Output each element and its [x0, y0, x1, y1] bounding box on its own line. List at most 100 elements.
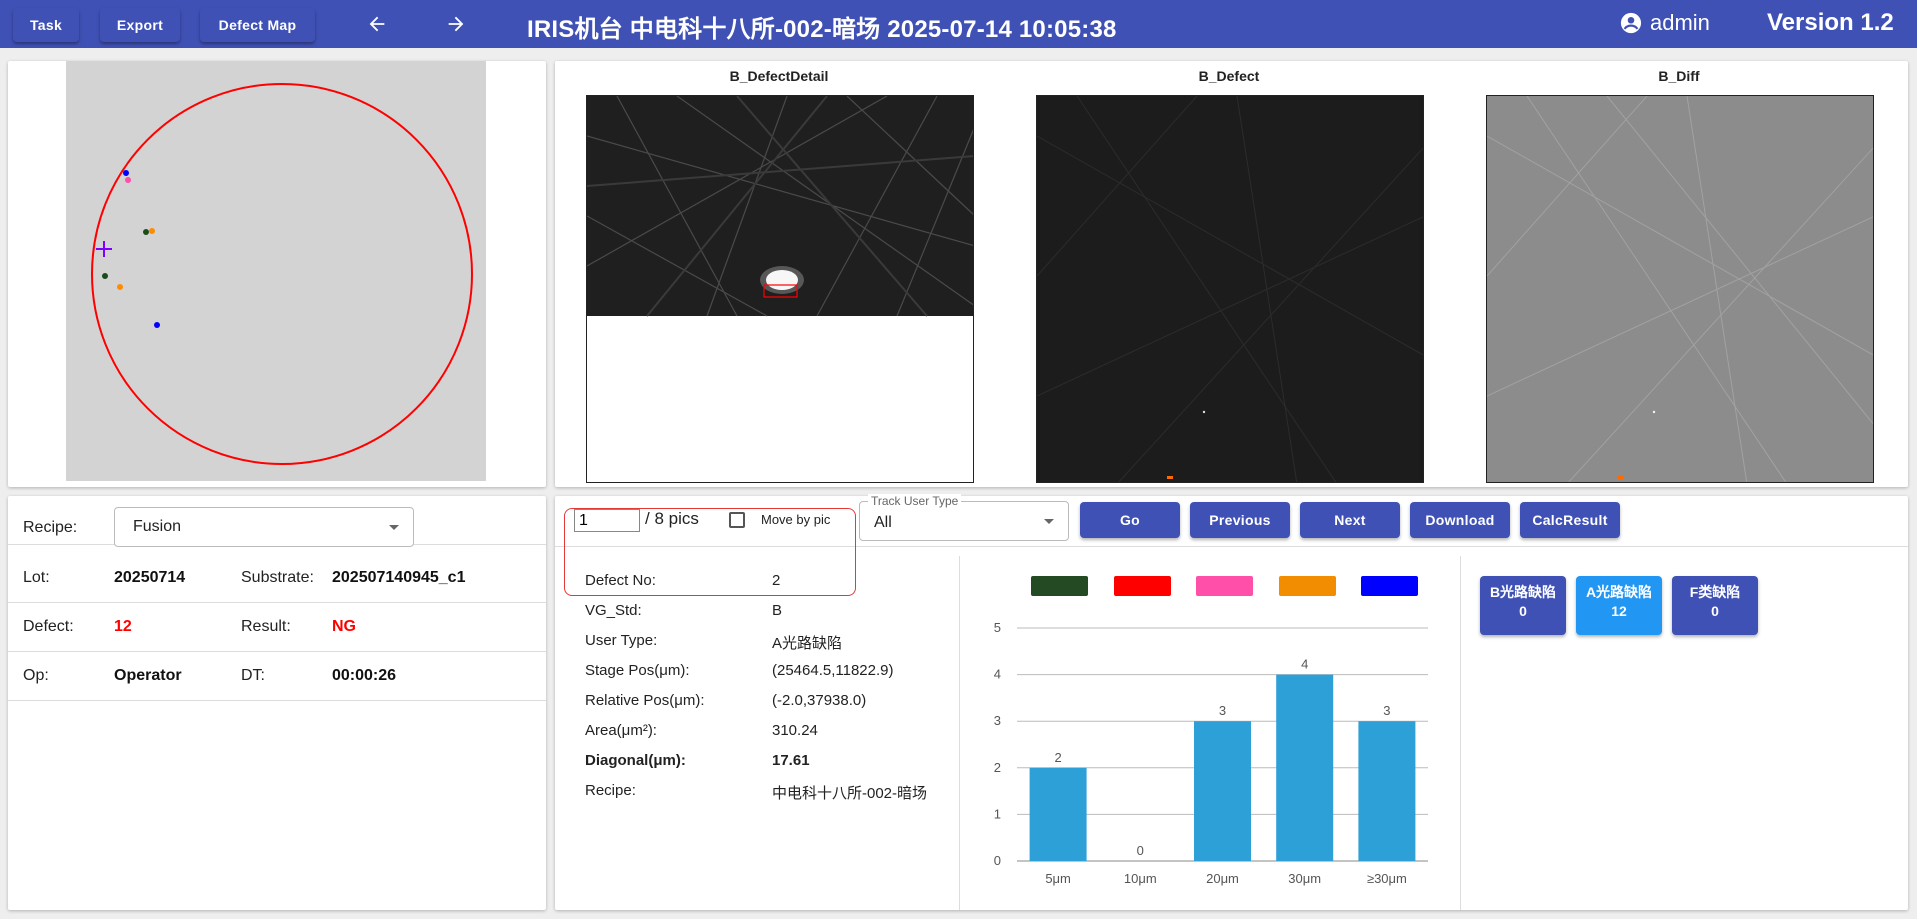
version-label: Version 1.2: [1767, 9, 1894, 36]
result-label: Result:: [241, 618, 291, 635]
defect-no-label: Defect No:: [585, 572, 656, 589]
diagonal-label: Diagonal(μm):: [585, 752, 686, 769]
previous-button[interactable]: Previous: [1190, 502, 1290, 538]
defect-image[interactable]: [1036, 95, 1424, 483]
diagonal-value: 17.61: [772, 752, 810, 769]
vg-std-value: B: [772, 602, 783, 619]
legend-swatch: [1031, 576, 1088, 596]
defect-point[interactable]: [102, 273, 108, 279]
forward-arrow-icon[interactable]: [439, 8, 473, 40]
data-label: 2: [1054, 750, 1061, 765]
user-type-value: A光路缺陷: [772, 635, 843, 652]
category-name: A光路缺陷: [1585, 584, 1653, 600]
result-value: NG: [332, 618, 356, 635]
divider: [959, 556, 960, 910]
defect-no-value: 2: [772, 572, 781, 589]
defect-picture: [1037, 96, 1423, 482]
chevron-down-icon: [1044, 519, 1054, 524]
next-button[interactable]: Next: [1300, 502, 1400, 538]
defect-point[interactable]: [125, 177, 131, 183]
diff-picture: [1487, 96, 1873, 482]
category-button[interactable]: A光路缺陷 12: [1576, 576, 1662, 635]
wafer-outline: [91, 83, 473, 465]
dt-value: 00:00:26: [332, 667, 397, 684]
export-button[interactable]: Export: [100, 8, 180, 42]
go-button[interactable]: Go: [1080, 502, 1180, 538]
x-tick-label: 10μm: [1124, 871, 1157, 886]
y-tick-label: 3: [994, 713, 1001, 728]
defect-detail-image[interactable]: [586, 95, 974, 483]
wafer-map[interactable]: [66, 61, 486, 481]
data-label: 4: [1301, 657, 1308, 672]
info-row-op: [8, 652, 546, 701]
position-marker-icon: [96, 241, 112, 257]
defect-point[interactable]: [149, 228, 155, 234]
user-type-label: User Type:: [585, 632, 658, 649]
lot-label: Lot:: [23, 569, 50, 586]
detail-recipe-label: Recipe:: [585, 782, 636, 799]
task-button[interactable]: Task: [13, 8, 79, 42]
dt-label: DT:: [241, 667, 265, 684]
chevron-down-icon: [389, 525, 399, 530]
defect-map-button[interactable]: Defect Map: [200, 8, 315, 42]
legend-swatch: [1361, 576, 1418, 596]
diff-image[interactable]: [1486, 95, 1874, 483]
defect-point[interactable]: [143, 229, 149, 235]
back-arrow-icon[interactable]: [360, 8, 394, 40]
data-label: 3: [1219, 703, 1226, 718]
y-tick-label: 2: [994, 760, 1001, 775]
user-name: admin: [1650, 10, 1710, 35]
defect-point[interactable]: [117, 284, 123, 290]
relative-pos-label: Relative Pos(μm):: [585, 692, 705, 709]
wafer-map-canvas: [91, 83, 473, 465]
bar: [1029, 767, 1087, 861]
lot-value: 20250714: [114, 569, 186, 586]
track-user-type-value: All: [874, 514, 892, 531]
calc-result-button[interactable]: CalcResult: [1520, 502, 1620, 538]
category-name: F类缺陷: [1689, 584, 1741, 600]
x-tick-label: ≥30μm: [1367, 871, 1407, 886]
category-button[interactable]: F类缺陷 0: [1672, 576, 1758, 635]
defect-count: 12: [114, 618, 132, 635]
recipe-label: Recipe:: [23, 519, 78, 536]
account-circle-icon: [1620, 12, 1642, 34]
defect-label: Defect:: [23, 618, 74, 635]
recipe-select-value: Fusion: [133, 518, 182, 535]
defect-point[interactable]: [123, 170, 129, 176]
track-user-type-select[interactable]: Track User Type All: [859, 494, 1069, 541]
op-value: Operator: [114, 667, 182, 684]
bar: [1194, 721, 1251, 861]
legend-swatch: [1196, 576, 1253, 596]
download-button[interactable]: Download: [1410, 502, 1510, 538]
stage-pos-label: Stage Pos(μm):: [585, 662, 690, 679]
substrate-value: 202507140945_c1: [332, 569, 466, 586]
substrate-label: Substrate:: [241, 569, 314, 586]
y-tick-label: 4: [994, 667, 1001, 682]
user-account[interactable]: admin: [1620, 10, 1710, 36]
category-count: 0: [1519, 603, 1527, 619]
diff-image-title: B_Diff: [1658, 68, 1700, 84]
detail-image-title: B_DefectDetail: [729, 68, 829, 84]
x-tick-label: 30μm: [1288, 871, 1321, 886]
relative-pos-value: (-2.0,37938.0): [772, 692, 867, 709]
detail-recipe-value: 中电科十八所-002-暗场: [772, 785, 928, 802]
category-name: B光路缺陷: [1489, 584, 1557, 600]
category-button[interactable]: B光路缺陷 0: [1480, 576, 1566, 635]
x-tick-label: 5μm: [1045, 871, 1071, 886]
op-label: Op:: [23, 667, 49, 684]
track-user-type-legend: Track User Type: [868, 494, 962, 508]
recipe-select[interactable]: Fusion: [114, 507, 414, 547]
data-label: 3: [1383, 703, 1390, 718]
y-tick-label: 5: [994, 620, 1001, 635]
x-tick-label: 20μm: [1206, 871, 1239, 886]
defect-point[interactable]: [154, 322, 160, 328]
vg-std-label: VG_Std:: [585, 602, 642, 619]
category-count: 0: [1711, 603, 1719, 619]
defect-detail-picture: [587, 96, 973, 317]
bar: [1358, 721, 1416, 861]
stage-pos-value: (25464.5,11822.9): [772, 662, 894, 679]
bar: [1276, 674, 1334, 861]
legend-swatch: [1278, 576, 1336, 596]
category-count: 12: [1611, 603, 1627, 619]
data-label: 0: [1137, 843, 1144, 858]
